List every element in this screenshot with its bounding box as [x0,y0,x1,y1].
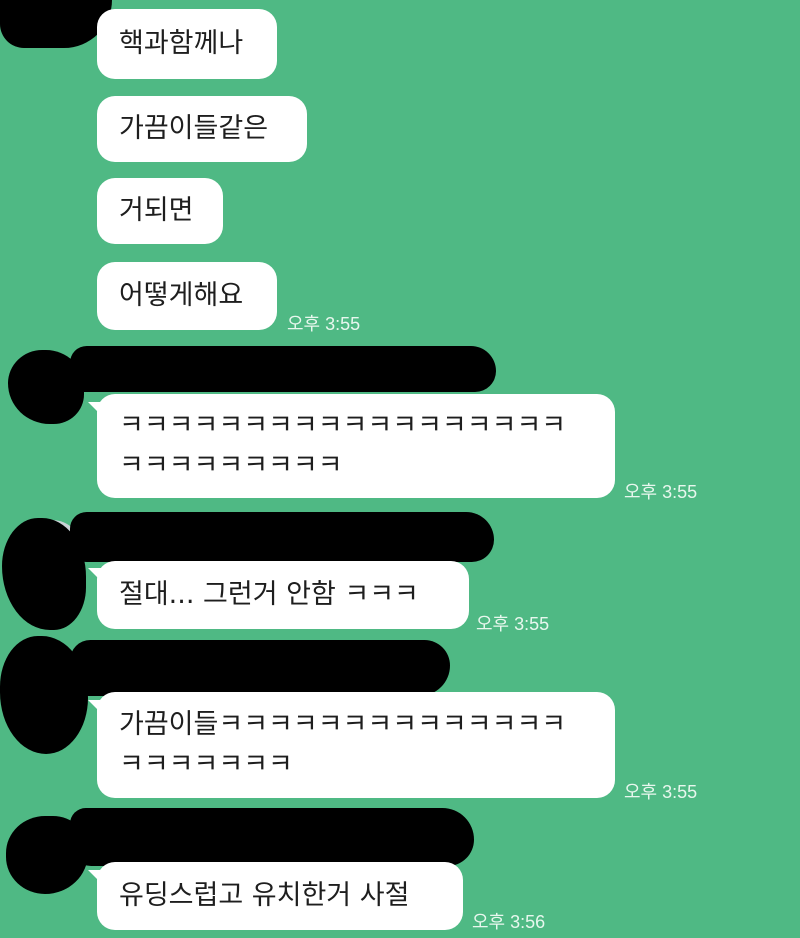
message-bubble[interactable]: 핵과함께나 [97,9,277,79]
message-text: 핵과함께나 [119,28,244,59]
redacted-sender-name [70,346,496,392]
message-text-line: ㅋㅋㅋㅋㅋㅋㅋ [119,749,293,780]
message-timestamp: 오후 3:55 [476,614,550,634]
message-text-line: ㅋㅋㅋㅋㅋㅋㅋㅋㅋ [119,450,343,481]
message-bubble[interactable]: 절대... 그런거 안함 ㅋㅋㅋ [97,561,469,629]
message-bubble[interactable]: 거되면 [97,178,223,244]
message-text: 절대... 그런거 안함 ㅋㅋㅋ [119,579,419,610]
message-text: 거되면 [119,195,194,226]
message-timestamp: 오후 3:56 [472,912,546,932]
message-text-line: ㅋㅋㅋㅋㅋㅋㅋㅋㅋㅋㅋㅋㅋㅋㅋㅋㅋㅋ [119,410,567,441]
message-bubble[interactable]: 가끔이들같은 [97,96,307,162]
message-bubble[interactable]: ㅋㅋㅋㅋㅋㅋㅋㅋㅋㅋㅋㅋㅋㅋㅋㅋㅋㅋ ㅋㅋㅋㅋㅋㅋㅋㅋㅋ [97,394,615,498]
message-timestamp: 오후 3:55 [624,782,698,802]
message-bubble[interactable]: 가끔이들ㅋㅋㅋㅋㅋㅋㅋㅋㅋㅋㅋㅋㅋㅋ ㅋㅋㅋㅋㅋㅋㅋ [97,692,615,798]
redacted-sender-name [70,640,450,696]
redacted-sender-top [0,0,112,48]
message-bubble[interactable]: 유딩스럽고 유치한거 사절 [97,862,463,930]
message-timestamp: 오후 3:55 [624,482,698,502]
message-text: 유딩스럽고 유치한거 사절 [119,880,410,911]
message-text: 가끔이들같은 [119,113,269,144]
message-bubble[interactable]: 어떻게해요 [97,262,277,330]
message-timestamp: 오후 3:55 [287,314,361,334]
redacted-sender-name [70,808,474,866]
redacted-sender-name [70,512,494,562]
message-text: 어떻게해요 [119,280,244,311]
message-text-line: 가끔이들ㅋㅋㅋㅋㅋㅋㅋㅋㅋㅋㅋㅋㅋㅋ [119,709,567,740]
